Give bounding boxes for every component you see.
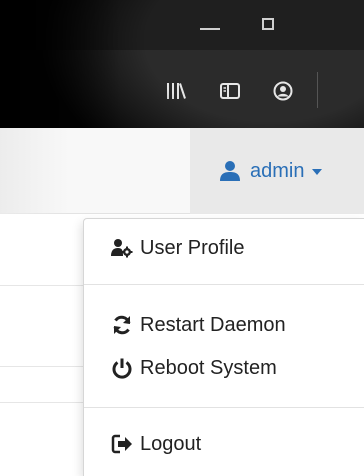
user-icon	[218, 159, 242, 183]
page-line	[0, 402, 83, 403]
minimize-icon[interactable]	[200, 28, 220, 30]
page-line	[0, 285, 83, 286]
user-dropdown-menu: User Profile Restart Daemon Reboot Syste…	[83, 218, 364, 476]
page-line	[0, 366, 83, 367]
library-icon[interactable]	[165, 80, 187, 102]
menu-item-user-profile[interactable]: User Profile	[84, 229, 364, 267]
navbar-fade	[0, 128, 70, 214]
menu-item-reboot-system[interactable]: Reboot System	[84, 349, 364, 387]
window-titlebar	[0, 0, 364, 50]
menu-item-label: User Profile	[140, 236, 245, 259]
user-cog-icon	[111, 237, 133, 259]
menu-item-label: Reboot System	[140, 356, 277, 379]
maximize-icon[interactable]	[262, 18, 274, 30]
menu-divider	[84, 284, 364, 285]
menu-divider	[84, 407, 364, 408]
toolbar-separator	[317, 72, 318, 108]
screen: admin User Profile Restart Daemon Reboot…	[0, 0, 364, 476]
menu-item-logout[interactable]: Logout	[84, 425, 364, 463]
menu-item-label: Logout	[140, 432, 202, 455]
menu-item-label: Restart Daemon	[140, 313, 286, 336]
menu-item-restart-daemon[interactable]: Restart Daemon	[84, 306, 364, 344]
sidebar-icon[interactable]	[219, 80, 241, 102]
sign-out-icon	[111, 433, 133, 455]
refresh-icon	[111, 314, 133, 336]
user-menu-toggle[interactable]: admin	[190, 128, 364, 214]
user-name: admin	[250, 159, 305, 182]
power-icon	[111, 357, 133, 379]
caret-down-icon	[312, 169, 323, 175]
account-icon[interactable]	[272, 80, 294, 102]
